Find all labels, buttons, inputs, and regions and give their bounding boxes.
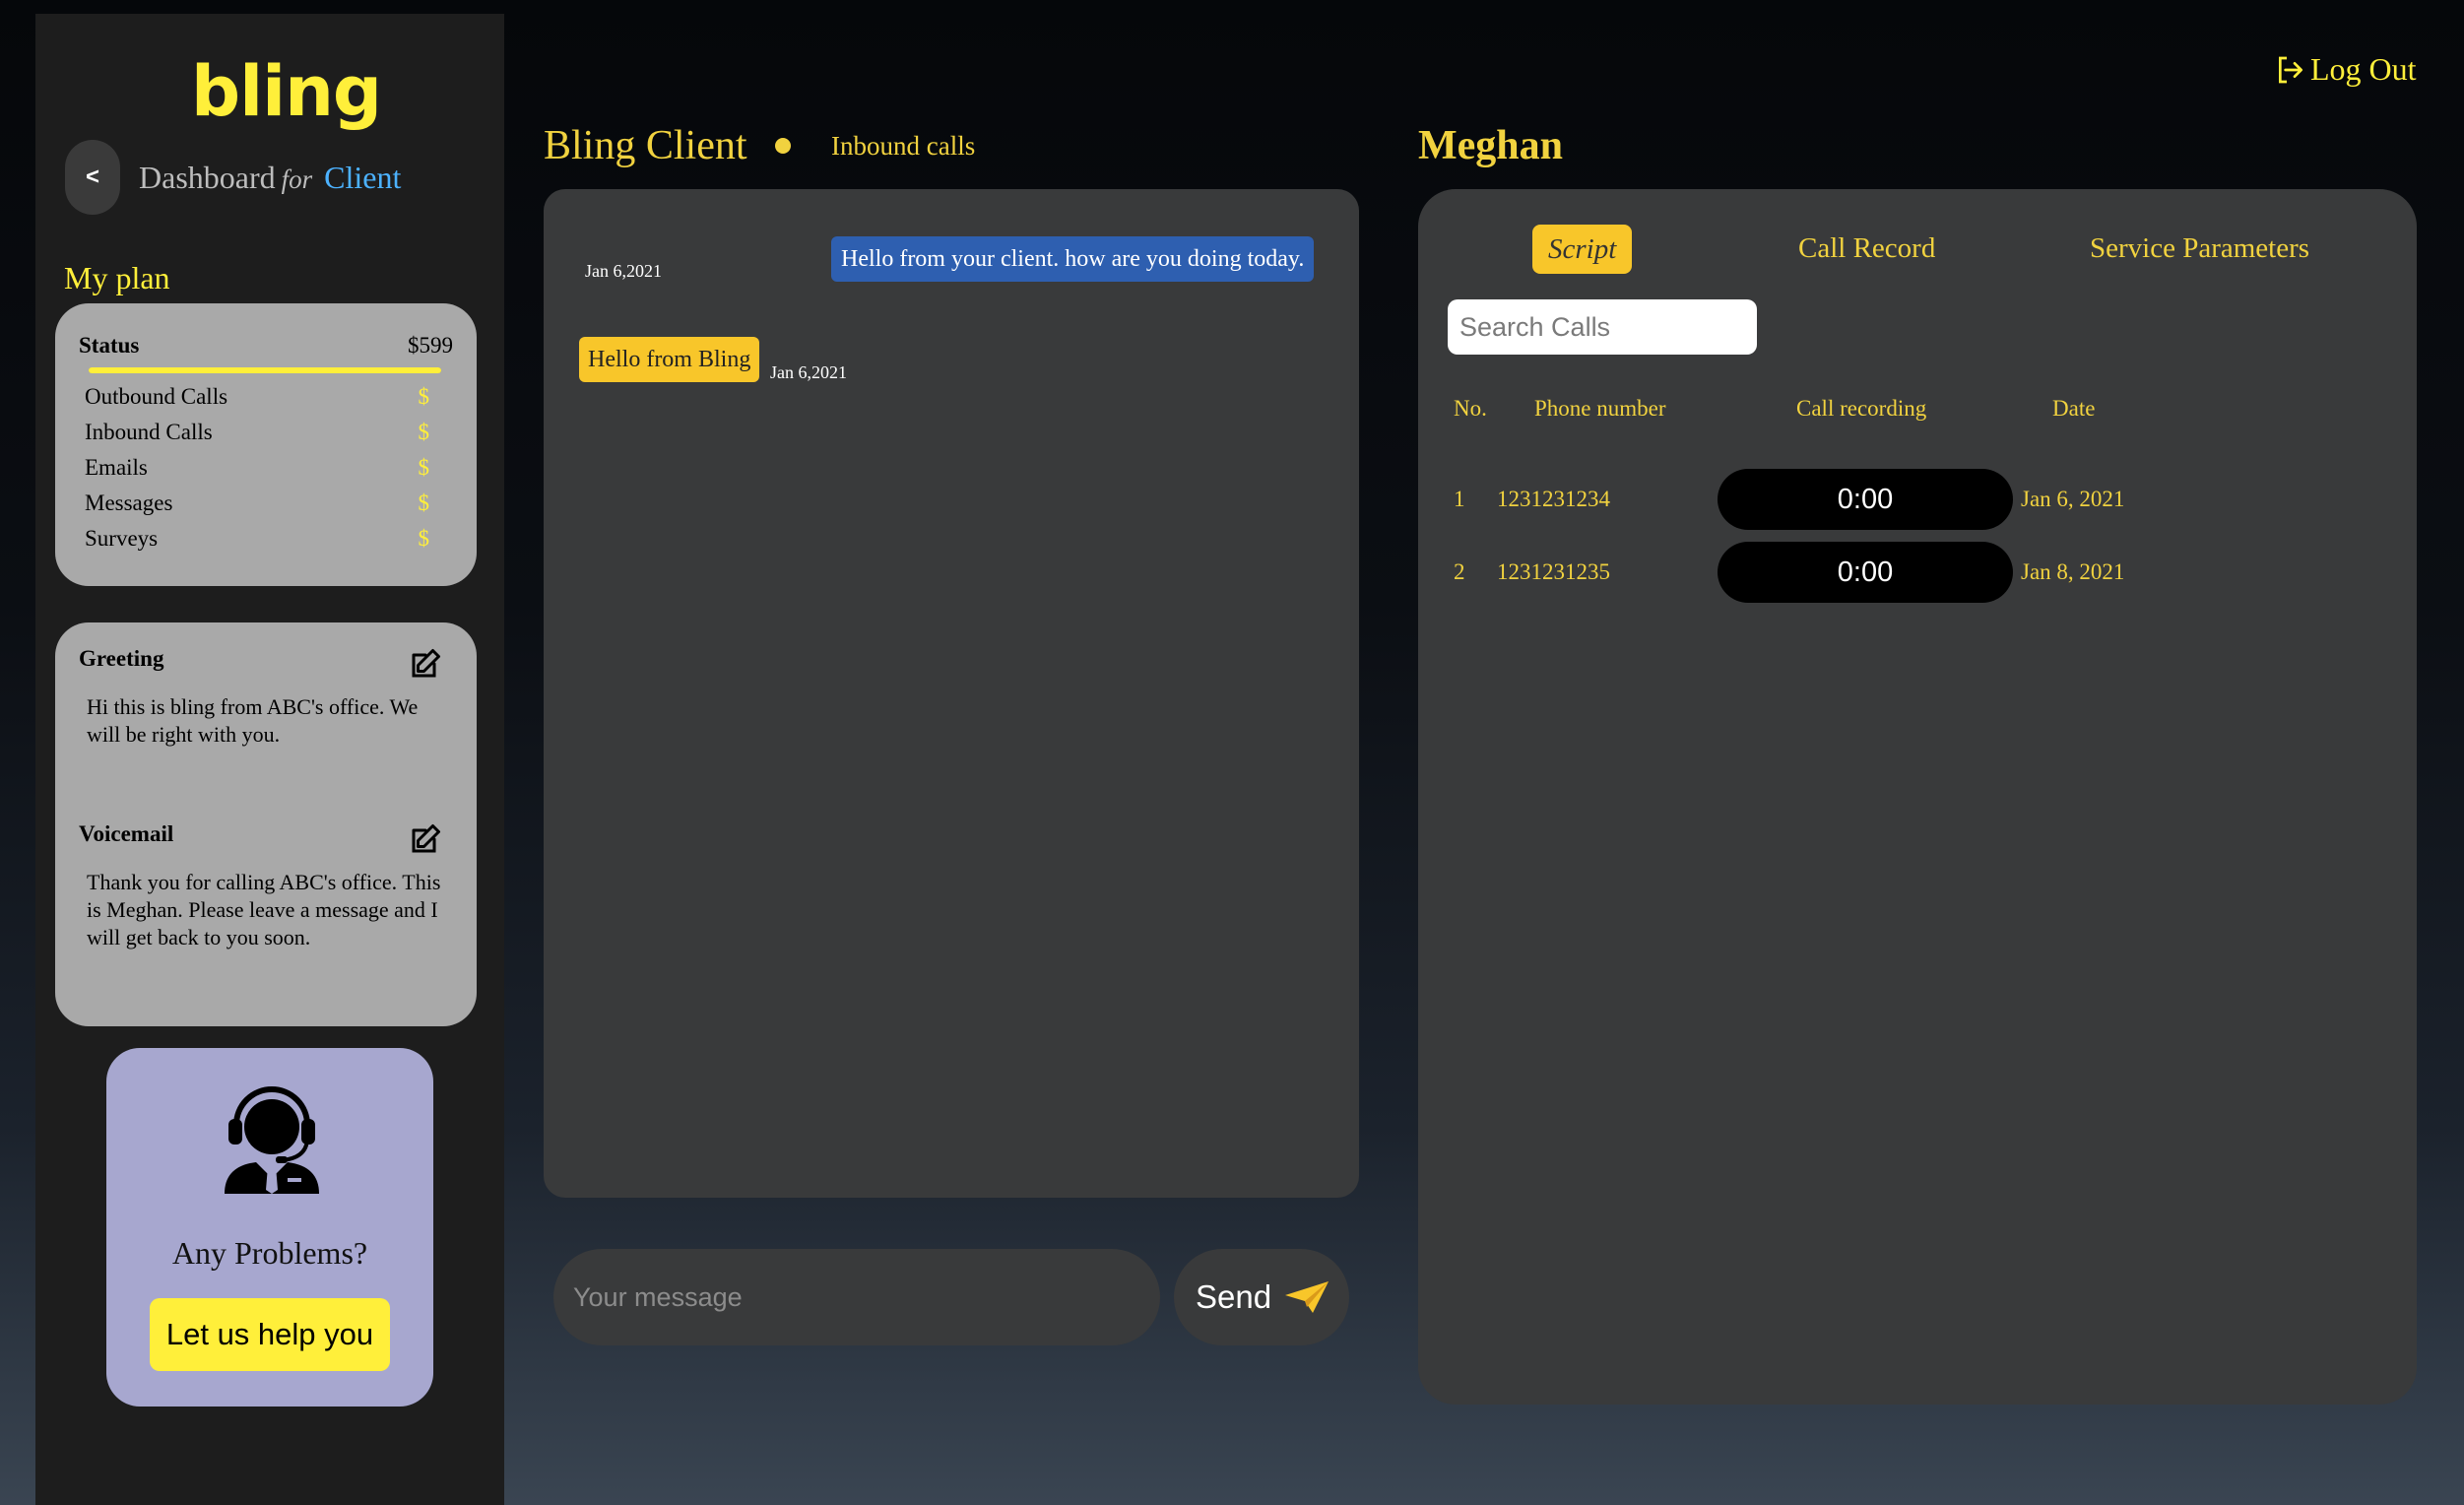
for-label: for: [281, 164, 313, 194]
chat-subtitle: Inbound calls: [831, 131, 976, 161]
row-no: 2: [1454, 559, 1465, 584]
client-message-bubble: Hello from your client. how are you doin…: [831, 236, 1315, 282]
logout-button[interactable]: Log Out: [2275, 51, 2417, 88]
plan-progress-fill: [89, 367, 441, 373]
back-button[interactable]: <: [65, 140, 120, 215]
logout-icon: [2279, 56, 2302, 83]
row-phone: 1231231234: [1497, 487, 1610, 511]
plan-item-value: $: [418, 526, 430, 551]
voicemail-title: Voicemail: [79, 821, 174, 846]
dashboard-breadcrumb: Dashboard for Client: [139, 160, 401, 196]
message-date: Jan 6,2021: [585, 261, 662, 281]
voicemail-text: Thank you for calling ABC's office. This…: [87, 870, 441, 949]
column-header-phone: Phone number: [1534, 396, 1666, 421]
help-card: Any Problems? Let us help you: [106, 1048, 433, 1407]
status-dot: [775, 138, 791, 154]
column-header-no: No.: [1454, 396, 1487, 421]
support-agent-icon: [225, 1086, 319, 1194]
row-date: Jan 8, 2021: [2021, 559, 2125, 584]
search-calls-input[interactable]: Search Calls: [1448, 299, 1757, 355]
plan-item-label: Outbound Calls: [85, 384, 228, 409]
tab-script[interactable]: Script: [1532, 225, 1633, 274]
plan-item: Outbound Calls $: [85, 384, 449, 410]
plan-item: Inbound Calls $: [85, 420, 449, 445]
row-phone: 1231231235: [1497, 559, 1610, 584]
call-recording-player[interactable]: 0:00: [1718, 542, 2013, 603]
scripts-card: Greeting Hi this is bling from ABC's off…: [55, 622, 477, 1026]
chat-title: Bling Client: [544, 123, 747, 168]
plan-item: Surveys $: [85, 526, 449, 552]
plan-progress-bar: [89, 367, 441, 373]
plan-item-label: Inbound Calls: [85, 420, 213, 444]
plan-item-label: Messages: [85, 491, 173, 515]
edit-greeting-icon[interactable]: [408, 646, 443, 682]
call-detail-panel: Script Call Record Service Parameters Se…: [1418, 189, 2417, 1405]
greeting-title: Greeting: [79, 646, 164, 671]
plan-item-label: Emails: [85, 455, 148, 480]
plan-item-value: $: [418, 455, 430, 480]
plan-item-label: Surveys: [85, 526, 159, 551]
send-label: Send: [1196, 1278, 1272, 1315]
plan-item: Emails $: [85, 455, 449, 481]
column-header-recording: Call recording: [1796, 396, 1927, 421]
sidebar: bling < Dashboard for Client My plan Statu…: [35, 14, 504, 1505]
plan-item-value: $: [418, 384, 430, 409]
paper-plane-icon: [1285, 1281, 1329, 1313]
message-date: Jan 6,2021: [770, 362, 847, 382]
column-header-date: Date: [2052, 396, 2096, 421]
bling-logo: bling: [191, 51, 382, 132]
row-date: Jan 6, 2021: [2021, 487, 2125, 511]
tab-call-record[interactable]: Call Record: [1798, 232, 1935, 265]
send-button[interactable]: Send: [1174, 1249, 1349, 1345]
call-recording-player[interactable]: 0:00: [1718, 469, 2013, 530]
contact-name: Meghan: [1418, 123, 1563, 168]
help-button[interactable]: Let us help you: [150, 1298, 390, 1371]
logout-label: Log Out: [2310, 51, 2417, 87]
tab-service-parameters[interactable]: Service Parameters: [2090, 232, 2309, 265]
help-question: Any Problems?: [171, 1235, 368, 1271]
plan-card: Status $599 Outbound Calls $ Inbound Cal…: [55, 303, 477, 586]
dashboard-label: Dashboard: [139, 160, 276, 195]
plan-status-value: $599: [408, 333, 453, 358]
plan-item: Messages $: [85, 491, 449, 516]
role-link[interactable]: Client: [324, 160, 401, 195]
plan-item-value: $: [418, 420, 430, 444]
bling-message-bubble: Hello from Bling: [579, 337, 760, 382]
edit-voicemail-icon[interactable]: [408, 821, 443, 857]
row-no: 1: [1454, 487, 1465, 511]
plan-item-value: $: [418, 491, 430, 515]
my-plan-heading: My plan: [64, 260, 170, 295]
greeting-text: Hi this is bling from ABC's office. We w…: [87, 694, 419, 747]
message-input[interactable]: Your message: [553, 1249, 1160, 1345]
plan-status-label: Status: [79, 333, 140, 358]
